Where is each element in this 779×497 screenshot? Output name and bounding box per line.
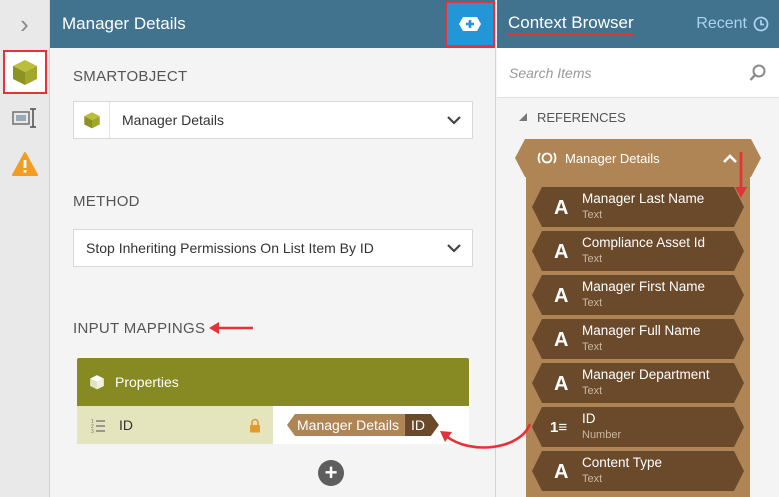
clock-icon: [753, 16, 769, 32]
lock-icon: [250, 418, 260, 433]
context-group-header[interactable]: Manager Details: [515, 139, 761, 177]
context-item-type: Text: [582, 253, 603, 265]
context-item-type: Text: [582, 297, 603, 309]
svg-text:3: 3: [91, 429, 94, 433]
warnings-button[interactable]: [3, 142, 47, 186]
method-select[interactable]: Stop Inheriting Permissions On List Item…: [73, 229, 473, 267]
context-item[interactable]: A Content Type Text: [532, 451, 744, 491]
search-icon[interactable]: [749, 64, 767, 82]
control-tool-button[interactable]: [3, 96, 47, 140]
mapped-token-field: ID: [405, 414, 439, 436]
search-input[interactable]: Search Items: [509, 65, 591, 81]
context-item-type: Text: [582, 473, 603, 485]
plus-tag-icon: [459, 17, 481, 31]
context-group-title: Manager Details: [565, 150, 660, 166]
text-type-icon: A: [554, 373, 569, 395]
add-context-button[interactable]: [445, 1, 495, 47]
context-item-name: Manager Last Name: [582, 191, 705, 206]
method-section-label: METHOD: [73, 193, 140, 210]
caret-down-icon: [519, 113, 527, 121]
app-window: › Manager Details SMARTOBJECT Manager De…: [0, 0, 779, 497]
references-section-toggle[interactable]: REFERENCES: [497, 98, 779, 136]
context-group-items: A Manager Last Name Text A Compliance Asset …: [526, 177, 750, 497]
context-item[interactable]: 1≡ ID Number: [532, 407, 744, 447]
text-type-icon: A: [554, 285, 569, 307]
context-item-name: ID: [582, 411, 596, 426]
context-item[interactable]: A Manager Department Text: [532, 363, 744, 403]
property-name-cell: 1 2 3 ID: [77, 406, 273, 444]
chevron-up-icon[interactable]: [723, 154, 737, 163]
reference-link-icon: [537, 150, 557, 166]
panel-header: Manager Details: [50, 0, 495, 48]
smartobject-select-value: Manager Details: [122, 112, 224, 128]
cube-icon: [90, 375, 104, 390]
properties-header[interactable]: Properties: [77, 358, 469, 406]
text-type-icon: A: [554, 329, 569, 351]
warning-icon: [12, 152, 38, 176]
context-item-type: Text: [582, 385, 603, 397]
text-type-icon: A: [554, 197, 569, 219]
chevron-down-icon: [436, 243, 472, 253]
table-row: 1 2 3 ID Manager Details ID: [77, 406, 469, 444]
search-bar[interactable]: Search Items: [497, 48, 779, 98]
context-item[interactable]: A Compliance Asset Id Text: [532, 231, 744, 271]
context-item[interactable]: A Manager Last Name Text: [532, 187, 744, 227]
text-type-icon: A: [554, 241, 569, 263]
property-name: ID: [119, 417, 133, 433]
context-item-name: Manager Department: [582, 367, 710, 382]
context-item-name: Manager First Name: [582, 279, 706, 294]
chevron-down-icon: [436, 115, 472, 125]
recent-label: Recent: [696, 15, 747, 32]
textbox-cursor-icon: [12, 108, 36, 128]
context-item-type: Number: [582, 429, 622, 441]
cube-icon: [13, 60, 37, 85]
cube-icon: [74, 102, 110, 138]
context-item-name: Manager Full Name: [582, 323, 701, 338]
add-mapping-button[interactable]: +: [318, 460, 344, 486]
chevron-right-icon[interactable]: ›: [0, 0, 49, 48]
panel-title: Manager Details: [62, 14, 186, 33]
context-item-type: Text: [582, 209, 603, 221]
context-item-type: Text: [582, 341, 603, 353]
mapped-field-token[interactable]: Manager Details ID: [287, 414, 439, 436]
number-type-icon: 1≡: [550, 419, 568, 436]
rule-detail-panel: Manager Details SMARTOBJECT Manager Deta…: [50, 0, 496, 497]
input-mappings-section-label: INPUT MAPPINGS: [73, 320, 206, 337]
text-type-icon: A: [554, 461, 569, 483]
context-item-name: Compliance Asset Id: [582, 235, 706, 250]
context-browser-panel: Context Browser Recent Search Items REFE…: [497, 0, 779, 497]
mapping-drop-cell[interactable]: Manager Details ID: [273, 406, 469, 444]
context-browser-header: Context Browser Recent: [497, 0, 779, 48]
context-item[interactable]: A Manager Full Name Text: [532, 319, 744, 359]
properties-header-label: Properties: [115, 374, 179, 390]
context-browser-title: Context Browser: [508, 13, 634, 36]
properties-table: Properties 1 2 3 ID Manager Details ID: [77, 358, 469, 444]
left-rail: ›: [0, 0, 50, 497]
method-select-value: Stop Inheriting Permissions On List Item…: [86, 240, 374, 256]
mapped-token-source: Manager Details: [287, 414, 405, 436]
references-label: REFERENCES: [537, 109, 626, 125]
context-item-name: Content Type: [582, 455, 663, 470]
smartobject-section-label: SMARTOBJECT: [73, 68, 188, 85]
smartobject-tool-button[interactable]: [3, 50, 47, 94]
number-list-icon: 1 2 3: [91, 419, 105, 433]
recent-button[interactable]: Recent: [696, 15, 769, 33]
context-item[interactable]: A Manager First Name Text: [532, 275, 744, 315]
smartobject-select[interactable]: Manager Details: [73, 101, 473, 139]
